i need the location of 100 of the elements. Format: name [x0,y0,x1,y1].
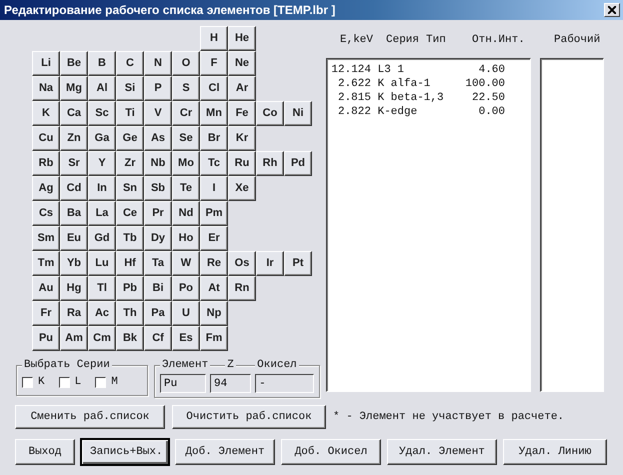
element-button[interactable]: Bi [144,276,172,301]
element-button[interactable]: Cd [60,176,88,201]
element-button[interactable]: Gd [88,226,116,251]
element-button[interactable]: I [200,176,228,201]
element-button[interactable]: Fe [228,101,256,126]
input-field[interactable]: - [255,374,314,393]
element-button[interactable]: Er [200,226,228,251]
element-button[interactable]: Bk [116,326,144,351]
element-button[interactable]: Fr [32,301,60,326]
element-button[interactable]: Ni [284,101,312,126]
element-button[interactable]: Mg [60,76,88,101]
element-button[interactable]: P [144,76,172,101]
element-button[interactable]: Pd [284,151,312,176]
element-button[interactable]: He [228,26,256,51]
element-button[interactable]: Br [200,126,228,151]
element-button[interactable]: Ho [172,226,200,251]
element-button[interactable]: Ar [228,76,256,101]
element-button[interactable]: B [88,51,116,76]
element-button[interactable]: Pr [144,201,172,226]
element-button[interactable]: Np [200,301,228,326]
element-button[interactable]: As [144,126,172,151]
checkbox[interactable] [58,376,70,388]
element-button[interactable]: Ra [60,301,88,326]
element-button[interactable]: U [172,301,200,326]
element-button[interactable]: Eu [60,226,88,251]
element-button[interactable]: Ga [88,126,116,151]
element-button[interactable]: La [88,201,116,226]
element-button[interactable]: Ir [256,251,284,276]
element-button[interactable]: Al [88,76,116,101]
element-button[interactable]: Be [60,51,88,76]
element-button[interactable]: Mn [200,101,228,126]
element-button[interactable]: Cu [32,126,60,151]
element-button[interactable]: N [144,51,172,76]
dialog-button[interactable]: Выход [15,439,75,465]
element-button[interactable]: V [144,101,172,126]
element-button[interactable]: Dy [144,226,172,251]
element-button[interactable]: Kr [228,126,256,151]
dialog-button[interactable]: Удал. Линию [503,439,607,465]
element-button[interactable]: Sb [144,176,172,201]
element-button[interactable]: O [172,51,200,76]
element-button[interactable]: Ac [88,301,116,326]
list-item[interactable]: 2.815 K beta-1,3 22.50 [331,91,530,105]
element-button[interactable]: Y [88,151,116,176]
element-button[interactable]: Am [60,326,88,351]
element-button[interactable]: Sm [32,226,60,251]
element-button[interactable]: Po [172,276,200,301]
element-button[interactable]: Rb [32,151,60,176]
element-button[interactable]: Lu [88,251,116,276]
input-field[interactable]: 94 [210,374,252,393]
element-button[interactable]: Au [32,276,60,301]
element-button[interactable]: Na [32,76,60,101]
element-button[interactable]: Tb [116,226,144,251]
element-button[interactable]: Mo [172,151,200,176]
input-field[interactable]: Pu [160,374,206,393]
element-button[interactable]: Re [200,251,228,276]
element-button[interactable]: Es [172,326,200,351]
element-button[interactable]: Hg [60,276,88,301]
element-button[interactable]: Ce [116,201,144,226]
element-button[interactable]: Li [32,51,60,76]
element-button[interactable]: Ag [32,176,60,201]
element-button[interactable]: Pu [32,326,60,351]
element-button[interactable]: Co [256,101,284,126]
element-button[interactable]: Yb [60,251,88,276]
element-button[interactable]: Ca [60,101,88,126]
element-button[interactable]: Si [116,76,144,101]
element-button[interactable]: Os [228,251,256,276]
list-item[interactable]: 12.124 L3 1 4.60 [331,63,530,77]
dialog-button[interactable]: Запись+Вых. [81,439,169,465]
close-button[interactable] [604,3,620,17]
list-item[interactable]: 2.622 K alfa-1 100.00 [331,77,530,91]
element-button[interactable]: Nd [172,201,200,226]
element-button[interactable]: Fm [200,326,228,351]
element-button[interactable]: Tc [200,151,228,176]
checkbox[interactable] [95,376,106,388]
element-button[interactable]: Ru [228,151,256,176]
element-button[interactable]: Cf [144,326,172,351]
element-button[interactable]: Te [172,176,200,201]
list-button[interactable]: Очистить раб.список [172,405,326,429]
element-button[interactable]: Cm [88,326,116,351]
element-button[interactable]: Rn [228,276,256,301]
element-button[interactable]: Zn [60,126,88,151]
element-button[interactable]: Cs [32,201,60,226]
element-button[interactable]: Th [116,301,144,326]
element-button[interactable]: In [88,176,116,201]
element-button[interactable]: Ta [144,251,172,276]
element-button[interactable]: Zr [116,151,144,176]
dialog-button[interactable]: Доб. Элемент [175,439,275,465]
list-item[interactable]: 2.822 K-edge 0.00 [331,105,530,119]
element-button[interactable]: Tl [88,276,116,301]
element-button[interactable]: Sn [116,176,144,201]
element-button[interactable]: F [200,51,228,76]
element-button[interactable]: Rh [256,151,284,176]
element-button[interactable]: Pb [116,276,144,301]
checkbox[interactable] [22,376,33,388]
element-button[interactable]: Ne [228,51,256,76]
element-button[interactable]: W [172,251,200,276]
element-button[interactable]: Ti [116,101,144,126]
element-button[interactable]: At [200,276,228,301]
element-button[interactable]: S [172,76,200,101]
element-button[interactable]: Cr [172,101,200,126]
